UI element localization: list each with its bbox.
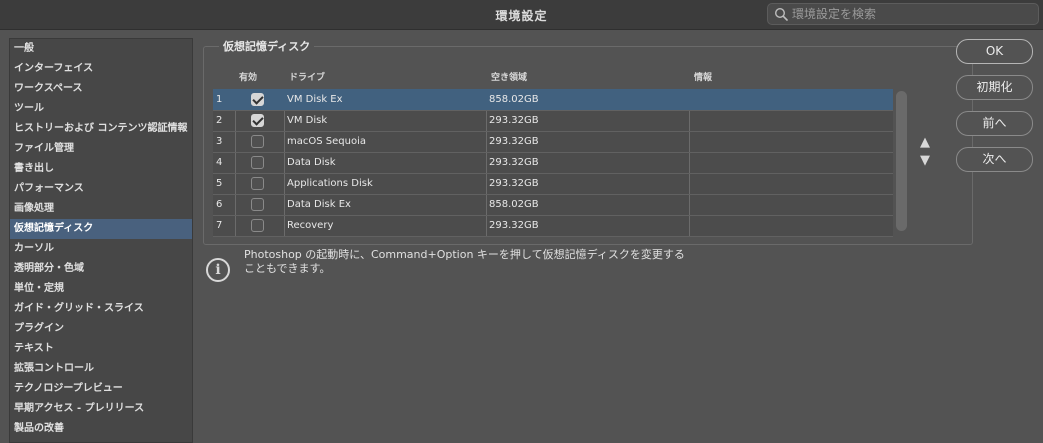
drive-name: Data Disk Ex xyxy=(287,199,351,210)
active-checkbox[interactable] xyxy=(251,177,264,190)
row-divider xyxy=(213,236,893,237)
sidebar-item[interactable]: 仮想記憶ディスク xyxy=(10,219,192,239)
free-space: 293.32GB xyxy=(489,136,539,147)
column-header-free-space[interactable]: 空き領域 xyxy=(491,70,527,83)
active-checkbox[interactable] xyxy=(251,135,264,148)
table-row[interactable]: 7 Recovery 293.32GB xyxy=(213,215,893,236)
free-space: 293.32GB xyxy=(489,115,539,126)
row-number: 4 xyxy=(216,157,223,168)
table-row[interactable]: 5 Applications Disk 293.32GB xyxy=(213,173,893,194)
free-space: 858.02GB xyxy=(489,199,539,210)
sidebar-item[interactable]: 単位・定規 xyxy=(10,279,192,299)
sidebar-item[interactable]: 透明部分・色域 xyxy=(10,259,192,279)
info-note-line-2: こともできます。 xyxy=(244,262,331,275)
prev-button[interactable]: 前へ xyxy=(956,111,1033,136)
info-note: Photoshop の起動時に、Command+Option キーを押して仮想記… xyxy=(244,248,714,276)
group-label: 仮想記憶ディスク xyxy=(219,38,315,54)
drive-name: Data Disk xyxy=(287,157,336,168)
active-checkbox[interactable] xyxy=(251,114,264,127)
drive-name: VM Disk xyxy=(287,115,328,126)
scratch-disk-table: 1 VM Disk Ex 858.02GB 2 VM Disk 293.32GB 3 macO… xyxy=(213,89,893,237)
sidebar-item[interactable]: ヒストリーおよび コンテンツ認証情報 xyxy=(10,119,192,139)
free-space: 293.32GB xyxy=(489,220,539,231)
row-number: 7 xyxy=(216,220,223,231)
search-field[interactable] xyxy=(767,3,1039,25)
sidebar-item[interactable]: テクノロジープレビュー xyxy=(10,379,192,399)
sidebar-item[interactable]: 拡張コントロール xyxy=(10,359,192,379)
free-space: 293.32GB xyxy=(489,178,539,189)
sidebar-item[interactable]: 製品の改善 xyxy=(10,419,192,439)
free-space: 293.32GB xyxy=(489,157,539,168)
column-header-drive[interactable]: ドライブ xyxy=(289,70,325,83)
sidebar-item[interactable]: テキスト xyxy=(10,339,192,359)
row-number: 2 xyxy=(216,115,223,126)
sidebar-item[interactable]: ワークスペース xyxy=(10,79,192,99)
drive-name: Applications Disk xyxy=(287,178,373,189)
table-row[interactable]: 6 Data Disk Ex 858.02GB xyxy=(213,194,893,215)
sidebar-item[interactable]: 一般 xyxy=(10,39,192,59)
reset-button[interactable]: 初期化 xyxy=(956,75,1033,100)
row-number: 1 xyxy=(216,94,223,105)
active-checkbox[interactable] xyxy=(251,198,264,211)
table-scrollbar[interactable] xyxy=(896,91,907,231)
active-checkbox[interactable] xyxy=(251,93,264,106)
ok-button[interactable]: OK xyxy=(956,39,1033,64)
row-number: 3 xyxy=(216,136,223,147)
move-down-icon[interactable]: ▼ xyxy=(920,154,930,168)
sidebar-item[interactable]: パフォーマンス xyxy=(10,179,192,199)
table-row[interactable]: 1 VM Disk Ex 858.02GB xyxy=(213,89,893,110)
row-number: 6 xyxy=(216,199,223,210)
table-row[interactable]: 4 Data Disk 293.32GB xyxy=(213,152,893,173)
search-input[interactable] xyxy=(792,5,1032,23)
table-row[interactable]: 2 VM Disk 293.32GB xyxy=(213,110,893,131)
active-checkbox[interactable] xyxy=(251,219,264,232)
sidebar-item[interactable]: ガイド・グリッド・スライス xyxy=(10,299,192,319)
info-note-line-1: Photoshop の起動時に、Command+Option キーを押して仮想記… xyxy=(244,248,685,261)
sidebar-item[interactable]: ファイル管理 xyxy=(10,139,192,159)
drive-name: VM Disk Ex xyxy=(287,94,343,105)
title-bar: 環境設定 xyxy=(0,0,1043,30)
sidebar-item[interactable]: 書き出し xyxy=(10,159,192,179)
sidebar-item[interactable]: カーソル xyxy=(10,239,192,259)
free-space: 858.02GB xyxy=(489,94,539,105)
table-row[interactable]: 3 macOS Sequoia 293.32GB xyxy=(213,131,893,152)
search-icon xyxy=(774,7,788,21)
sidebar-item[interactable]: 画像処理 xyxy=(10,199,192,219)
row-number: 5 xyxy=(216,178,223,189)
info-icon: i xyxy=(206,258,230,282)
column-header-active[interactable]: 有効 xyxy=(239,70,257,83)
sidebar-item[interactable]: ツール xyxy=(10,99,192,119)
sidebar-item[interactable]: インターフェイス xyxy=(10,59,192,79)
drive-name: Recovery xyxy=(287,220,334,231)
next-button[interactable]: 次へ xyxy=(956,147,1033,172)
drive-name: macOS Sequoia xyxy=(287,136,366,147)
column-header-info[interactable]: 情報 xyxy=(694,70,712,83)
move-up-icon[interactable]: ▲ xyxy=(920,136,930,150)
sidebar-item[interactable]: 早期アクセス - プレリリース xyxy=(10,399,192,419)
sidebar-item[interactable]: プラグイン xyxy=(10,319,192,339)
active-checkbox[interactable] xyxy=(251,156,264,169)
preferences-sidebar: 一般 インターフェイス ワークスペース ツール ヒストリーおよび コンテンツ認証情報 ファ… xyxy=(9,38,193,443)
